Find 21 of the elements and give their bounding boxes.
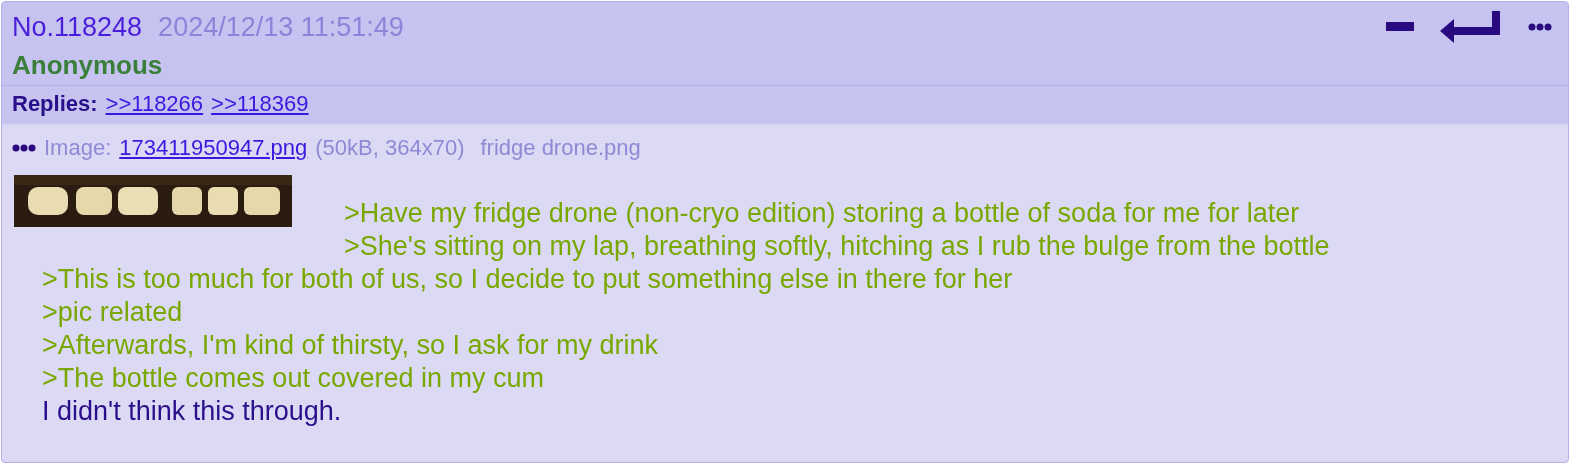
file-info: (50kB, 364x70) — [315, 135, 465, 161]
quote-line: >Have my fridge drone (non-cryo edition) storing a bottle of soda for me for later — [344, 197, 1301, 230]
minimize-icon[interactable] — [1386, 22, 1414, 32]
quote-line: >Afterwards, I'm kind of thirsty, so I ask for my drink — [41, 329, 660, 362]
quote-line: >The bottle comes out covered in my cum — [41, 362, 545, 395]
text-line: I didn't think this through. — [41, 395, 343, 428]
more-icon[interactable] — [1528, 23, 1552, 31]
reply-link[interactable]: >>118266 — [105, 91, 204, 117]
quote-line: >This is too much for both of us, so I decide to put something else in there for her — [41, 263, 1014, 296]
reply-arrow-icon[interactable] — [1440, 11, 1502, 43]
quote-line: >pic related — [41, 296, 184, 329]
reply-link[interactable]: >>118369 — [211, 91, 309, 117]
file-label: Image: — [44, 135, 112, 161]
file-name: fridge drone.png — [480, 135, 641, 161]
file-link[interactable]: 173411950947.png — [119, 135, 308, 161]
replies-label: Replies: — [12, 91, 98, 117]
quote-line: >She's sitting on my lap, breathing softly, hitching as I rub the bulge from the bottle — [344, 230, 1330, 263]
poster-name: Anonymous — [12, 49, 164, 82]
post-date: 2024/12/13 11:51:49 — [158, 11, 404, 43]
more-icon[interactable] — [12, 144, 36, 152]
post-number[interactable]: No.118248 — [12, 11, 143, 43]
